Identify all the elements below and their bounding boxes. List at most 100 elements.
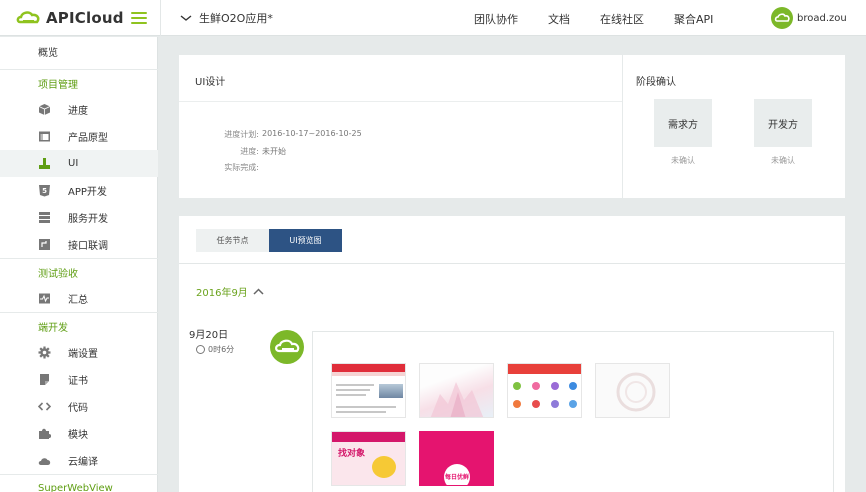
sidebar-item-service-dev[interactable]: 服务开发 <box>0 204 158 231</box>
top-nav: 团队协作 文档 在线社区 聚合API <box>474 11 743 27</box>
sidebar-item-prototype[interactable]: 产品原型 <box>0 123 158 150</box>
top-bar: APICloud 生鲜O2O应用* 团队协作 文档 在线社区 聚合API bro… <box>0 0 866 36</box>
sidebar-item-code[interactable]: 代码 <box>0 393 158 420</box>
sidebar-item-interface[interactable]: 接口联调 <box>0 231 158 258</box>
sidebar-item-label: 代码 <box>68 403 88 414</box>
tab-ui-preview[interactable]: UI预览图 <box>269 229 342 252</box>
preview-tabs: 任务节点 UI预览图 <box>196 229 342 252</box>
ui-thumbnail[interactable]: 每日优鲜 <box>419 431 494 486</box>
entry-date: 9月20日 <box>189 330 229 341</box>
ui-thumbnail[interactable] <box>507 363 582 418</box>
section-label: 端开发 <box>38 322 68 334</box>
sidebar-section-superwebview[interactable]: SuperWebView <box>0 474 158 492</box>
thumbnail-caption: 找对象 <box>338 449 366 459</box>
certificate-icon <box>40 374 49 385</box>
sidebar-item-label: 服务开发 <box>68 214 108 225</box>
ui-thumbnail[interactable] <box>331 363 406 418</box>
menu-toggle-icon[interactable] <box>131 12 147 24</box>
sidebar-item-progress[interactable]: 进度 <box>0 96 158 123</box>
nav-docs[interactable]: 文档 <box>548 11 570 27</box>
gear-icon <box>38 346 51 359</box>
sidebar-item-label: 进度 <box>68 106 88 117</box>
sidebar: 概览 项目管理 进度 产品原型 UI 5 APP开发 服务开发 接口联调 测试验… <box>0 37 158 492</box>
sidebar-item-overview[interactable]: 概览 <box>0 38 158 65</box>
requester-status: 未确认 <box>671 156 695 165</box>
project-selector[interactable]: 生鲜O2O应用* <box>180 10 273 26</box>
sidebar-item-label: 模块 <box>68 430 88 441</box>
code-icon <box>38 402 51 411</box>
ui-preview-gallery: 找对象 每日优鲜 <box>312 331 834 492</box>
chevron-down-icon <box>180 15 192 21</box>
nav-team[interactable]: 团队协作 <box>474 11 518 27</box>
stage-confirm-card: 阶段确认 需求方 未确认 开发方 未确认 <box>623 55 845 198</box>
topbar-divider <box>160 0 161 36</box>
tab-task-nodes[interactable]: 任务节点 <box>196 229 269 252</box>
section-label: SuperWebView <box>38 482 113 492</box>
sidebar-item-label: 证书 <box>68 376 88 387</box>
interface-icon <box>39 239 50 250</box>
duration-label: 0时6分 <box>208 345 235 354</box>
section-label: 项目管理 <box>38 79 78 91</box>
nav-community[interactable]: 在线社区 <box>600 11 644 27</box>
ui-thumbnail[interactable] <box>595 363 670 418</box>
sidebar-item-label: 汇总 <box>68 295 88 306</box>
section-label: 测试验收 <box>38 268 78 280</box>
task-title: UI设计 <box>195 77 226 88</box>
info-key: 实际完成: <box>224 163 259 172</box>
project-name: 生鲜O2O应用* <box>199 12 273 25</box>
sidebar-section-project: 项目管理 <box>0 69 158 96</box>
stage-title: 阶段确认 <box>636 77 676 88</box>
pattern-image <box>616 372 656 412</box>
cloud-icon <box>38 458 51 465</box>
sidebar-item-app-dev[interactable]: 5 APP开发 <box>0 177 158 204</box>
thumbnail-caption: 每日优鲜 <box>444 464 470 485</box>
sidebar-item-client-settings[interactable]: 端设置 <box>0 339 158 366</box>
task-info-card: UI设计 进度计划: 2016-10-17~2016-10-25 进度: 未开始… <box>179 55 622 198</box>
divider <box>179 263 845 264</box>
confirm-developer-button[interactable]: 开发方 <box>754 99 812 147</box>
divider <box>179 101 622 102</box>
sidebar-item-cloud-build[interactable]: 云编译 <box>0 447 158 474</box>
prototype-icon <box>39 131 50 142</box>
avatar <box>771 7 793 29</box>
puzzle-icon <box>39 428 51 439</box>
sidebar-item-ui[interactable]: UI <box>0 150 158 177</box>
avatar <box>270 330 304 364</box>
sidebar-section-testing: 测试验收 <box>0 258 158 285</box>
chevron-up-icon <box>253 288 264 295</box>
sidebar-item-certificate[interactable]: 证书 <box>0 366 158 393</box>
info-value: 未开始 <box>262 147 286 156</box>
sidebar-section-client: 端开发 <box>0 312 158 339</box>
apicloud-logo-icon <box>16 11 40 24</box>
brush-icon <box>39 158 50 169</box>
confirm-requester-button[interactable]: 需求方 <box>654 99 712 147</box>
info-key: 进度: <box>240 147 259 156</box>
sidebar-item-label: 端设置 <box>68 349 98 360</box>
nav-api[interactable]: 聚合API <box>674 11 713 27</box>
logo-text: APICloud <box>46 9 124 27</box>
clock-icon <box>196 345 205 354</box>
pulse-icon <box>39 293 50 304</box>
sidebar-item-summary[interactable]: 汇总 <box>0 285 158 312</box>
sidebar-item-label: UI <box>68 158 79 169</box>
user-menu[interactable]: broad.zou <box>771 7 847 29</box>
month-toggle[interactable]: 2016年9月 <box>196 284 264 299</box>
info-key: 进度计划: <box>224 130 259 139</box>
sidebar-item-label: 云编译 <box>68 457 98 468</box>
logo[interactable]: APICloud <box>16 8 124 28</box>
avatar-logo-icon <box>774 13 790 22</box>
svg-text:5: 5 <box>42 187 47 195</box>
sidebar-item-label: 接口联调 <box>68 241 108 252</box>
developer-status: 未确认 <box>771 156 795 165</box>
illustration-image <box>430 382 484 417</box>
html5-icon: 5 <box>39 185 50 197</box>
month-label: 2016年9月 <box>196 288 248 299</box>
ui-thumbnail[interactable] <box>419 363 494 418</box>
cube-icon <box>38 104 51 115</box>
sidebar-item-label: 产品原型 <box>68 133 108 144</box>
sidebar-item-module[interactable]: 模块 <box>0 420 158 447</box>
ui-thumbnail[interactable]: 找对象 <box>331 431 406 486</box>
user-name: broad.zou <box>797 12 847 24</box>
sidebar-item-label: APP开发 <box>68 187 107 198</box>
entry-duration: 0时6分 <box>196 344 234 355</box>
